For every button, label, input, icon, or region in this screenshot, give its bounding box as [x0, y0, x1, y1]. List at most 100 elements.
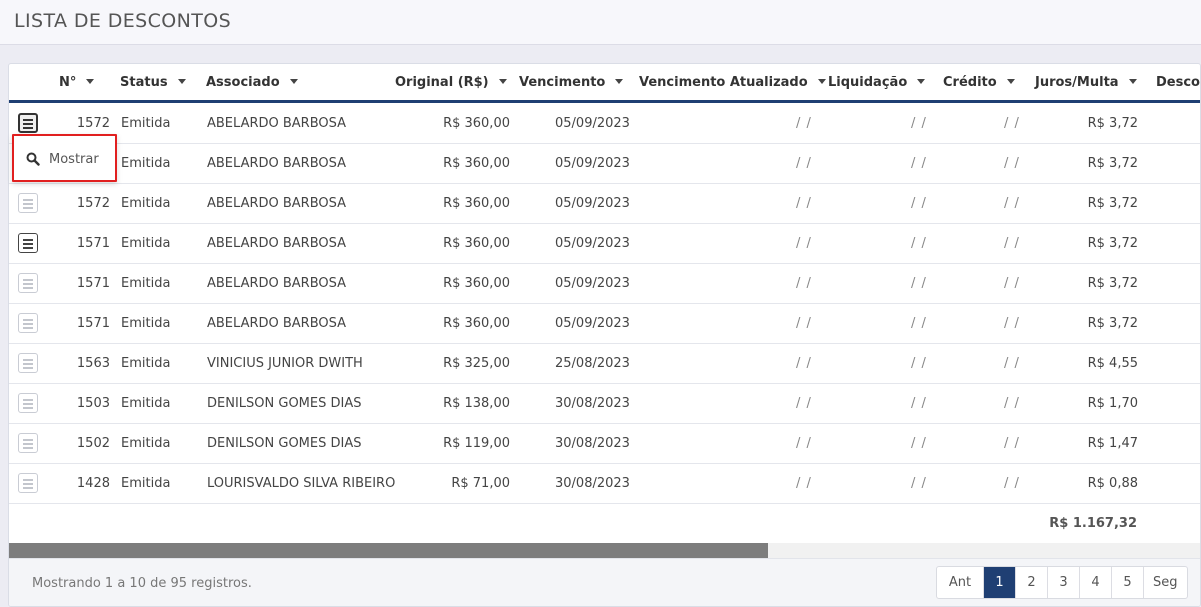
cell-original: R$ 119,00: [443, 436, 510, 451]
table-row[interactable]: 1571 Emitida ABELARDO BARBOSA R$ 360,00 05/0…: [9, 264, 1200, 304]
page-title: LISTA DE DESCONTOS: [14, 10, 232, 32]
table-row[interactable]: 1503 Emitida DENILSON GOMES DIAS R$ 138,00 3…: [9, 384, 1200, 424]
pagination-page-1[interactable]: 1: [983, 567, 1015, 598]
cell-status: Emitida: [121, 316, 171, 331]
cell-associado: ABELARDO BARBOSA: [207, 156, 347, 171]
table-row[interactable]: 1428 Emitida LOURISVALDO SILVA RIBEIRO R$ 7…: [9, 464, 1200, 504]
cell-venc-atualizado: / /: [796, 436, 812, 451]
cell-num: 1428: [76, 476, 110, 491]
table-row[interactable]: 1563 Emitida VINICIUS JUNIOR DWITH R$ 325,0…: [9, 344, 1200, 384]
cell-venc-atualizado: / /: [796, 476, 812, 491]
table-row[interactable]: 1502 Emitida DENILSON GOMES DIAS R$ 119,00 3…: [9, 424, 1200, 464]
sort-caret-icon: [1128, 79, 1137, 84]
cell-vencimento: 05/09/2023: [555, 196, 630, 211]
cell-juros-multa: R$ 3,72: [1087, 196, 1138, 211]
column-header-label: Liquidação: [828, 75, 908, 90]
cell-associado: DENILSON GOMES DIAS: [207, 396, 362, 411]
cell-original: R$ 138,00: [443, 396, 510, 411]
cell-liquidacao: / /: [911, 476, 927, 491]
column-header-label: Original (R$): [395, 75, 489, 90]
table-row[interactable]: 1572EmitidaABELARDO BARBOSAR$ 360,0005/0…: [9, 144, 1200, 184]
cell-venc-atualizado: / /: [796, 396, 812, 411]
row-menu-icon[interactable]: [18, 353, 38, 373]
cell-associado: ABELARDO BARBOSA: [207, 236, 347, 251]
cell-original: R$ 325,00: [443, 356, 510, 371]
cell-status: Emitida: [121, 356, 171, 371]
sort-caret-icon: [86, 79, 95, 84]
total-juros-multa: R$ 1.167,32: [1049, 516, 1137, 531]
cell-original: R$ 360,00: [443, 196, 510, 211]
cell-venc-atualizado: / /: [796, 356, 812, 371]
cell-num: 1503: [76, 396, 110, 411]
column-header-vencimento[interactable]: Vencimento: [519, 75, 624, 90]
cell-juros-multa: R$ 4,55: [1087, 356, 1138, 371]
table-row[interactable]: 1571 Emitida ABELARDO BARBOSA R$ 360,00 05/0…: [9, 224, 1200, 264]
cell-liquidacao: / /: [911, 316, 927, 331]
discounts-table-card: N° Status Associado Original (R$) Vencim…: [8, 63, 1201, 607]
cell-associado: ABELARDO BARBOSA: [207, 196, 347, 211]
pagination-page-3[interactable]: 3: [1047, 567, 1079, 598]
cell-credito: / /: [1004, 316, 1020, 331]
search-icon: [26, 152, 40, 166]
row-menu-icon[interactable]: [18, 113, 38, 133]
row-menu-icon[interactable]: [18, 473, 38, 493]
horizontal-scrollbar[interactable]: [9, 543, 1200, 558]
cell-credito: / /: [1004, 196, 1020, 211]
column-header-label: Vencimento Atualizado: [639, 75, 808, 90]
row-menu-icon[interactable]: [18, 433, 38, 453]
row-menu-icon[interactable]: [18, 393, 38, 413]
table-row[interactable]: 1571 Emitida ABELARDO BARBOSA R$ 360,00 05/0…: [9, 304, 1200, 344]
row-menu-icon[interactable]: [18, 313, 38, 333]
pagination-page-5[interactable]: 5: [1111, 567, 1143, 598]
column-header-status[interactable]: Status: [120, 75, 186, 90]
pagination-page-4[interactable]: 4: [1079, 567, 1111, 598]
cell-original: R$ 71,00: [451, 476, 510, 491]
cell-vencimento: 05/09/2023: [555, 116, 630, 131]
show-action-label: Mostrar: [49, 151, 99, 167]
column-header-vencimento-atualizado[interactable]: Vencimento Atualizado: [639, 75, 826, 90]
column-header-liquidacao[interactable]: Liquidação: [828, 75, 926, 90]
table-row[interactable]: 1572EmitidaABELARDO BARBOSAR$ 360,0005/0…: [9, 184, 1200, 224]
cell-credito: / /: [1004, 116, 1020, 131]
cell-credito: / /: [1004, 356, 1020, 371]
cell-associado: LOURISVALDO SILVA RIBEIRO: [207, 476, 396, 491]
cell-associado: ABELARDO BARBOSA: [207, 276, 347, 291]
cell-num: 1571: [76, 236, 110, 251]
column-header-associado[interactable]: Associado: [206, 75, 298, 90]
cell-juros-multa: R$ 1,47: [1087, 436, 1138, 451]
column-header-original[interactable]: Original (R$): [395, 75, 507, 90]
sort-caret-icon: [177, 79, 186, 84]
cell-juros-multa: R$ 3,72: [1087, 316, 1138, 331]
cell-status: Emitida: [121, 436, 171, 451]
pagination-page-2[interactable]: 2: [1015, 567, 1047, 598]
sort-caret-icon: [917, 79, 926, 84]
cell-juros-multa: R$ 1,70: [1087, 396, 1138, 411]
column-header-num[interactable]: N°: [59, 75, 95, 90]
cell-original: R$ 360,00: [443, 316, 510, 331]
table-row[interactable]: 1572EmitidaABELARDO BARBOSAR$ 360,0005/0…: [9, 104, 1200, 144]
column-header-credito[interactable]: Crédito: [943, 75, 1015, 90]
cell-vencimento: 05/09/2023: [555, 276, 630, 291]
cell-venc-atualizado: / /: [796, 276, 812, 291]
sort-caret-icon: [498, 79, 507, 84]
show-action-button[interactable]: Mostrar: [26, 149, 99, 169]
column-header-desconto[interactable]: Desco: [1156, 75, 1200, 90]
cell-num: 1563: [76, 356, 110, 371]
column-header-label: Crédito: [943, 75, 997, 90]
cell-liquidacao: / /: [911, 156, 927, 171]
row-menu-icon[interactable]: [18, 233, 38, 253]
cell-liquidacao: / /: [911, 276, 927, 291]
row-menu-icon[interactable]: [18, 273, 38, 293]
pagination-next-button[interactable]: Seg: [1143, 567, 1187, 598]
horizontal-scrollbar-thumb[interactable]: [9, 543, 768, 558]
cell-credito: / /: [1004, 236, 1020, 251]
cell-juros-multa: R$ 3,72: [1087, 276, 1138, 291]
cell-vencimento: 05/09/2023: [555, 236, 630, 251]
sort-caret-icon: [817, 79, 826, 84]
column-header-juros-multa[interactable]: Juros/Multa: [1035, 75, 1137, 90]
pagination-prev-button[interactable]: Ant: [937, 567, 983, 598]
cell-liquidacao: / /: [911, 436, 927, 451]
row-menu-icon[interactable]: [18, 193, 38, 213]
cell-vencimento: 30/08/2023: [555, 436, 630, 451]
cell-num: 1572: [76, 196, 110, 211]
